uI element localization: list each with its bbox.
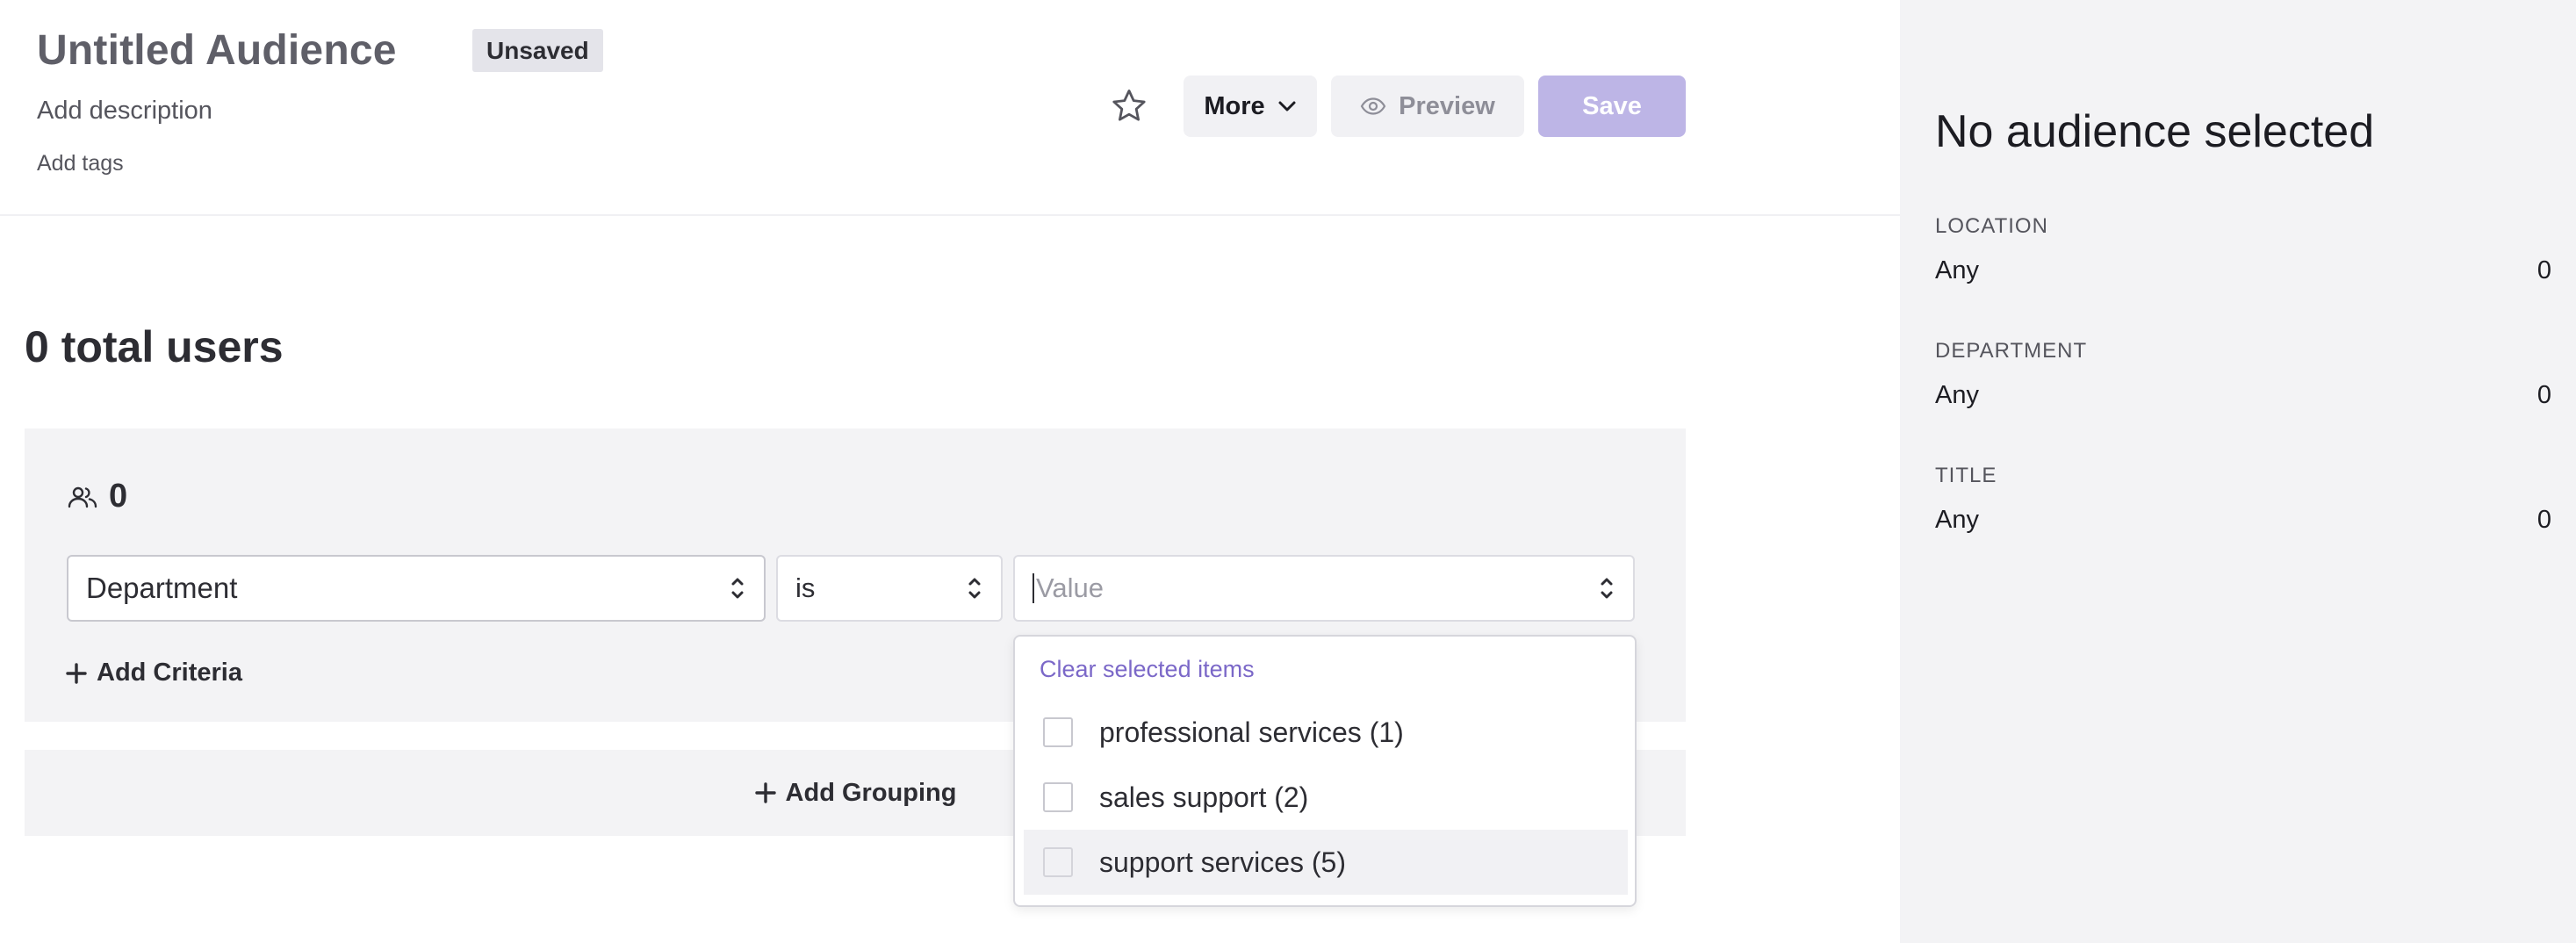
preview-label: Preview [1399, 91, 1495, 120]
department-label: DEPARTMENT [1935, 339, 2088, 363]
audience-editor: Untitled Audience Unsaved Add descriptio… [0, 0, 2576, 943]
option-label: professional services (1) [1099, 716, 1404, 748]
add-criteria-label: Add Criteria [97, 659, 242, 687]
eye-icon [1360, 97, 1386, 115]
panel-title: No audience selected [1935, 106, 2375, 157]
department-value: Any [1935, 381, 1979, 409]
preview-button[interactable]: Preview [1331, 76, 1524, 137]
add-criteria-button[interactable]: Add Criteria [65, 659, 242, 687]
title-count: 0 [2536, 506, 2551, 534]
save-button[interactable]: Save [1538, 76, 1686, 137]
value-dropdown: Clear selected items professional servic… [1013, 635, 1637, 907]
title-label: TITLE [1935, 464, 1997, 487]
select-arrows-icon [968, 578, 981, 599]
option-label: support services (5) [1099, 846, 1346, 878]
plus-icon [66, 662, 87, 684]
add-grouping-label: Add Grouping [785, 778, 957, 807]
location-count: 0 [2536, 256, 2551, 284]
tags-field[interactable]: Add tags [37, 151, 124, 176]
field-select-value: Department [86, 572, 238, 604]
checkbox[interactable] [1043, 717, 1073, 747]
text-caret [1033, 573, 1034, 603]
star-icon[interactable] [1108, 85, 1150, 127]
group-count-value: 0 [109, 478, 128, 515]
department-count: 0 [2536, 381, 2551, 409]
more-label: More [1204, 91, 1265, 120]
plus-icon [754, 782, 776, 803]
value-input[interactable]: Value [1013, 555, 1635, 622]
option-label: sales support (2) [1099, 781, 1309, 813]
checkbox[interactable] [1043, 847, 1073, 877]
operator-select-value: is [795, 572, 816, 603]
audience-title[interactable]: Untitled Audience [37, 26, 397, 75]
field-select[interactable]: Department [67, 555, 766, 622]
checkbox[interactable] [1043, 782, 1073, 812]
dropdown-option[interactable]: professional services (1) [1024, 700, 1628, 765]
chevron-down-icon [1278, 101, 1296, 112]
group-user-count: 0 [67, 478, 127, 515]
more-button[interactable]: More [1184, 76, 1317, 137]
clear-selected-link[interactable]: Clear selected items [1040, 656, 1255, 683]
users-icon [68, 486, 97, 507]
operator-select[interactable]: is [776, 555, 1003, 622]
title-value: Any [1935, 506, 1979, 534]
audience-side-panel: No audience selected LOCATION Any 0 DEPA… [1900, 0, 2576, 943]
description-field[interactable]: Add description [37, 97, 212, 126]
location-value: Any [1935, 256, 1979, 284]
dropdown-option[interactable]: sales support (2) [1024, 765, 1628, 830]
location-label: LOCATION [1935, 214, 2048, 238]
select-arrows-icon [731, 578, 744, 599]
status-badge: Unsaved [472, 29, 603, 72]
total-users: 0 total users [25, 322, 284, 371]
main-area: Untitled Audience Unsaved Add descriptio… [0, 0, 1900, 943]
header: Untitled Audience Unsaved Add descriptio… [0, 0, 1900, 216]
dropdown-option[interactable]: support services (5) [1024, 830, 1628, 895]
select-arrows-icon [1601, 578, 1613, 599]
value-placeholder: Value [1036, 572, 1104, 603]
